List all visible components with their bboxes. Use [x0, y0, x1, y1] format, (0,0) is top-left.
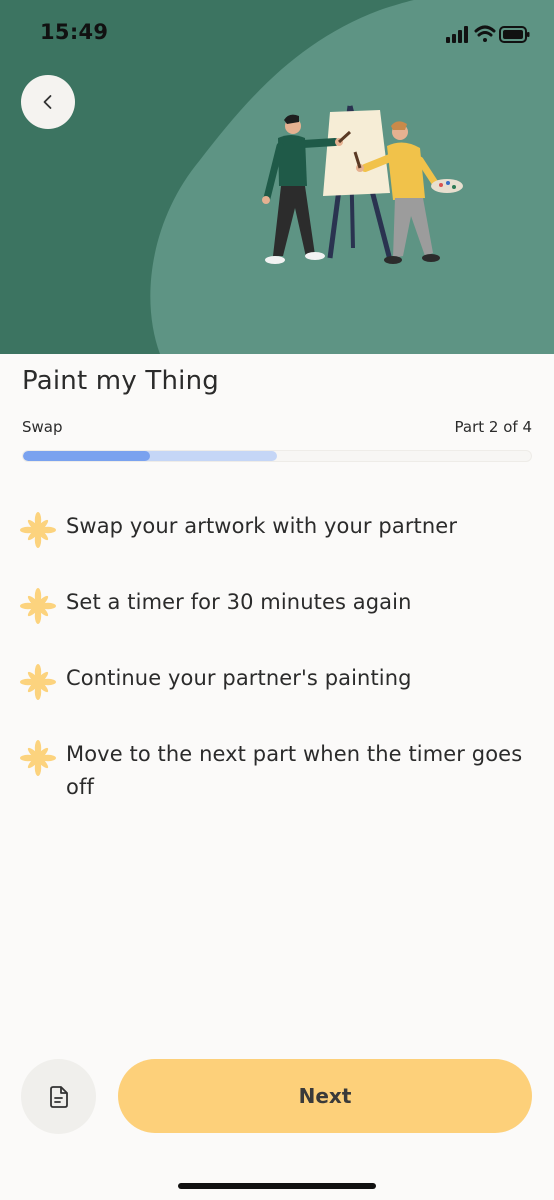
back-button[interactable] [21, 75, 75, 129]
home-indicator [178, 1183, 376, 1189]
flower-icon [20, 588, 56, 624]
next-button[interactable]: Next [118, 1059, 532, 1133]
list-item: Swap your artwork with your partner [20, 510, 534, 548]
battery-icon [499, 26, 530, 43]
notes-button[interactable] [21, 1059, 96, 1134]
painting-illustration [255, 98, 470, 272]
chevron-left-icon [43, 95, 52, 109]
status-time: 15:49 [40, 20, 109, 44]
flower-icon [20, 512, 56, 548]
list-item: Continue your partner's painting [20, 662, 534, 700]
document-icon [49, 1085, 68, 1108]
list-item: Set a timer for 30 minutes again [20, 586, 534, 624]
step-text: Swap your artwork with your partner [66, 514, 458, 538]
part-counter: Part 2 of 4 [454, 418, 532, 436]
instruction-list: Swap your artwork with your partner Set … [20, 510, 534, 842]
wifi-icon [474, 25, 496, 42]
progress-bar [22, 450, 532, 462]
flower-icon [20, 740, 56, 776]
signal-icon [446, 26, 468, 43]
activity-title: Paint my Thing [22, 366, 219, 396]
hero-banner: 15:49 [0, 0, 554, 354]
progress-fill [23, 451, 150, 461]
status-icons [446, 25, 530, 43]
step-text: Move to the next part when the timer goe… [66, 742, 523, 799]
step-text: Set a timer for 30 minutes again [66, 590, 412, 614]
list-item: Move to the next part when the timer goe… [20, 738, 534, 804]
step-name: Swap [22, 418, 63, 436]
flower-icon [20, 664, 56, 700]
status-bar: 15:49 [0, 0, 554, 66]
step-text: Continue your partner's painting [66, 666, 412, 690]
